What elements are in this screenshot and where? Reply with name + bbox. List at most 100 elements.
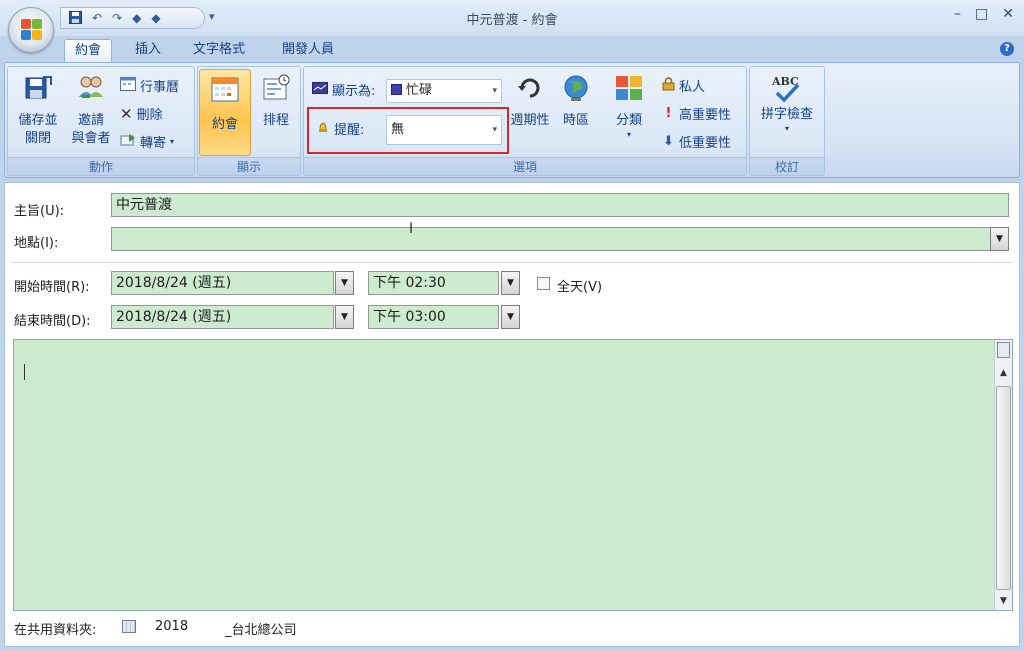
start-time-input[interactable]: 下午 02:30 — [368, 271, 499, 295]
recurrence-icon — [508, 73, 552, 109]
spelling-button[interactable]: ABC 拼字檢查 ▾ — [754, 73, 820, 134]
group-proofing: ABC 拼字檢查 ▾ 校訂 — [749, 66, 825, 176]
low-importance-button[interactable]: ⬇ 低重要性 — [662, 132, 731, 151]
forward-label: 轉寄 — [140, 136, 167, 151]
tab-appointment[interactable]: 約會 — [64, 39, 113, 62]
save-close-label-2: 關閉 — [24, 131, 51, 146]
scheduling-icon — [252, 73, 300, 109]
categorize-icon — [604, 73, 654, 109]
shared-folder-label: 在共用資料夾: — [14, 623, 97, 638]
all-day-label[interactable]: 全天(V) — [557, 276, 602, 295]
calendar-button[interactable]: 行事曆 — [120, 76, 179, 95]
calendar-label: 行事曆 — [140, 80, 180, 95]
shared-folder-prefix: 2018 — [155, 619, 189, 634]
subject-label: 主旨(U): — [14, 204, 65, 219]
location-dropdown-button[interactable]: ▼ — [990, 227, 1009, 251]
office-logo-icon — [21, 19, 43, 41]
appointment-calendar-icon — [200, 74, 250, 110]
office-button[interactable] — [8, 7, 54, 53]
window-title: 中元普渡 - 約會 — [466, 13, 558, 28]
reminder-highlight-box — [307, 107, 509, 154]
lock-icon — [662, 76, 675, 95]
scroll-thumb[interactable] — [996, 386, 1011, 590]
group-show: 約會 排程 顯示 — [197, 66, 301, 176]
divider — [11, 262, 1013, 263]
text-caret — [24, 364, 25, 380]
end-date-input[interactable]: 2018/8/24 (週五) — [111, 305, 334, 329]
tab-insert[interactable]: 插入 — [125, 39, 171, 62]
appointment-view-label: 約會 — [211, 117, 238, 132]
notes-body-editor[interactable]: ▲ ▼ — [13, 339, 1013, 611]
end-date-dropdown-button[interactable]: ▼ — [335, 305, 354, 329]
scroll-down-arrow-icon[interactable]: ▼ — [995, 596, 1012, 606]
down-arrow-icon: ⬇ — [663, 134, 674, 149]
forward-dropdown-icon: ▾ — [170, 137, 175, 146]
delete-button[interactable]: ✕ 刪除 — [120, 104, 163, 124]
time-zones-label: 時區 — [562, 113, 589, 128]
categorize-button[interactable]: 分類 ▾ — [604, 73, 654, 140]
group-label-actions: 動作 — [8, 157, 194, 175]
start-time-dropdown-button[interactable]: ▼ — [501, 271, 520, 295]
invite-label-1: 邀請 — [77, 113, 104, 128]
vertical-scrollbar[interactable]: ▲ ▼ — [994, 340, 1012, 610]
start-time-label: 開始時間(R): — [14, 280, 90, 295]
delete-icon: ✕ — [120, 104, 133, 123]
time-zones-button[interactable]: 時區 — [556, 73, 596, 130]
show-as-dropdown-icon: ▾ — [492, 86, 497, 96]
save-close-button[interactable]: 儲存並 關閉 — [12, 73, 64, 148]
location-input[interactable] — [111, 227, 991, 251]
appointment-view-button[interactable]: 約會 — [199, 69, 251, 156]
recurrence-button[interactable]: 週期性 — [508, 73, 552, 130]
group-label-show: 顯示 — [198, 157, 300, 175]
save-close-label-1: 儲存並 — [18, 113, 58, 128]
shared-folder-name: _台北總公司 — [225, 623, 297, 638]
group-label-options: 選項 — [304, 157, 746, 175]
private-label: 私人 — [679, 80, 706, 95]
end-time-input[interactable]: 下午 03:00 — [368, 305, 499, 329]
high-importance-button[interactable]: ! 高重要性 — [662, 104, 731, 123]
show-as-select[interactable]: 忙碌 ▾ — [386, 79, 502, 103]
text-cursor-icon: I — [409, 221, 414, 237]
subject-input[interactable]: 中元普渡 — [111, 193, 1009, 217]
split-view-icon[interactable] — [997, 342, 1010, 358]
scheduling-label: 排程 — [262, 113, 289, 128]
tab-developer[interactable]: 開發人員 — [272, 39, 344, 62]
globe-icon — [556, 73, 596, 109]
forward-icon — [120, 133, 136, 151]
busy-color-icon — [391, 84, 402, 95]
scheduling-button[interactable]: 排程 — [252, 73, 300, 130]
scroll-up-arrow-icon[interactable]: ▲ — [995, 368, 1012, 378]
all-day-checkbox[interactable] — [537, 277, 550, 290]
private-button[interactable]: 私人 — [662, 76, 705, 95]
forward-button[interactable]: 轉寄 ▾ — [120, 132, 174, 151]
title-bar: ↶ ↷ ◆ ◆ ▾ 中元普渡 - 約會 – □ ✕ — [0, 0, 1024, 36]
low-importance-label: 低重要性 — [679, 136, 732, 151]
exclamation-icon: ! — [665, 106, 672, 121]
end-time-dropdown-button[interactable]: ▼ — [501, 305, 520, 329]
delete-label: 刪除 — [136, 108, 163, 123]
folder-calendar-icon — [122, 620, 136, 633]
high-importance-label: 高重要性 — [679, 108, 732, 123]
tab-format-text[interactable]: 文字格式 — [183, 39, 255, 62]
recurrence-label: 週期性 — [510, 113, 550, 128]
start-date-dropdown-button[interactable]: ▼ — [335, 271, 354, 295]
ribbon: 儲存並 關閉 邀請 與會者 行事曆 ✕ 刪除 轉寄 ▾ 動作 約會 排程 顯示 … — [4, 62, 1020, 178]
spelling-label: 拼字檢查 — [760, 107, 813, 122]
show-as-icon — [312, 81, 328, 98]
end-time-label: 結束時間(D): — [14, 314, 91, 329]
invite-attendees-button[interactable]: 邀請 與會者 — [66, 73, 116, 148]
close-button[interactable]: ✕ — [1002, 6, 1014, 22]
categorize-dropdown-icon: ▾ — [626, 130, 631, 139]
redacted-block — [191, 617, 227, 635]
spelling-dropdown-icon: ▾ — [784, 124, 789, 133]
maximize-button[interactable]: □ — [975, 6, 988, 22]
window-controls: – □ ✕ — [954, 6, 1014, 22]
minimize-button[interactable]: – — [954, 6, 961, 22]
help-icon[interactable]: ? — [1000, 42, 1014, 56]
show-as-label: 顯示為: — [332, 84, 376, 99]
ribbon-tabs: 約會 插入 文字格式 開發人員 ? — [0, 36, 1024, 62]
start-date-input[interactable]: 2018/8/24 (週五) — [111, 271, 334, 295]
save-close-icon — [12, 73, 64, 109]
show-as-value: 忙碌 — [406, 83, 433, 98]
spelling-check-icon: ABC — [772, 73, 802, 103]
